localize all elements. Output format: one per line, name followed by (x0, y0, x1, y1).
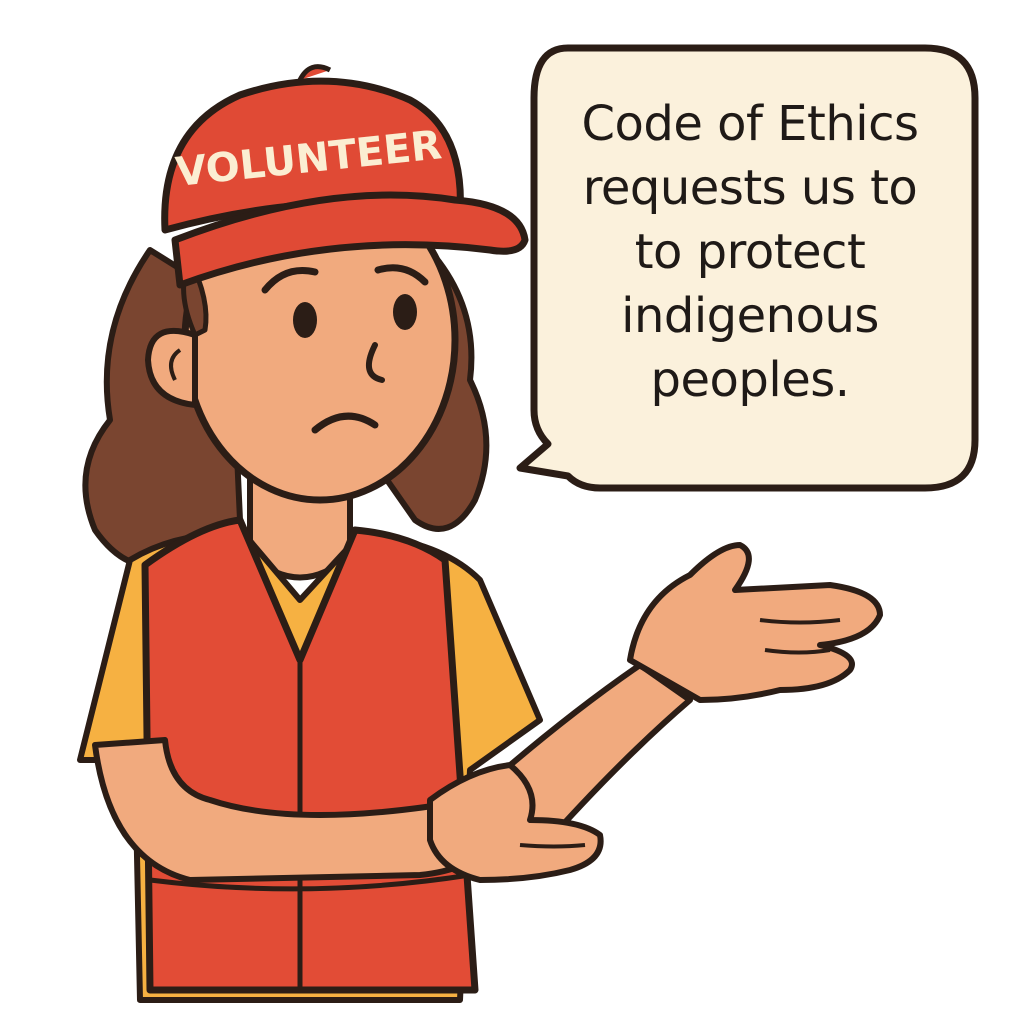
speech-line-3: to protect (634, 224, 866, 280)
speech-line-4: indigenous (621, 288, 879, 344)
open-hand (627, 542, 883, 703)
speech-line-5: peoples. (650, 352, 850, 408)
speech-bubble-text: Code of Ethics requests us to to protect… (540, 92, 960, 412)
speech-line-1: Code of Ethics (581, 96, 919, 152)
right-eye (393, 294, 417, 330)
speech-line-2: requests us to (582, 160, 918, 216)
left-eye (293, 302, 317, 338)
